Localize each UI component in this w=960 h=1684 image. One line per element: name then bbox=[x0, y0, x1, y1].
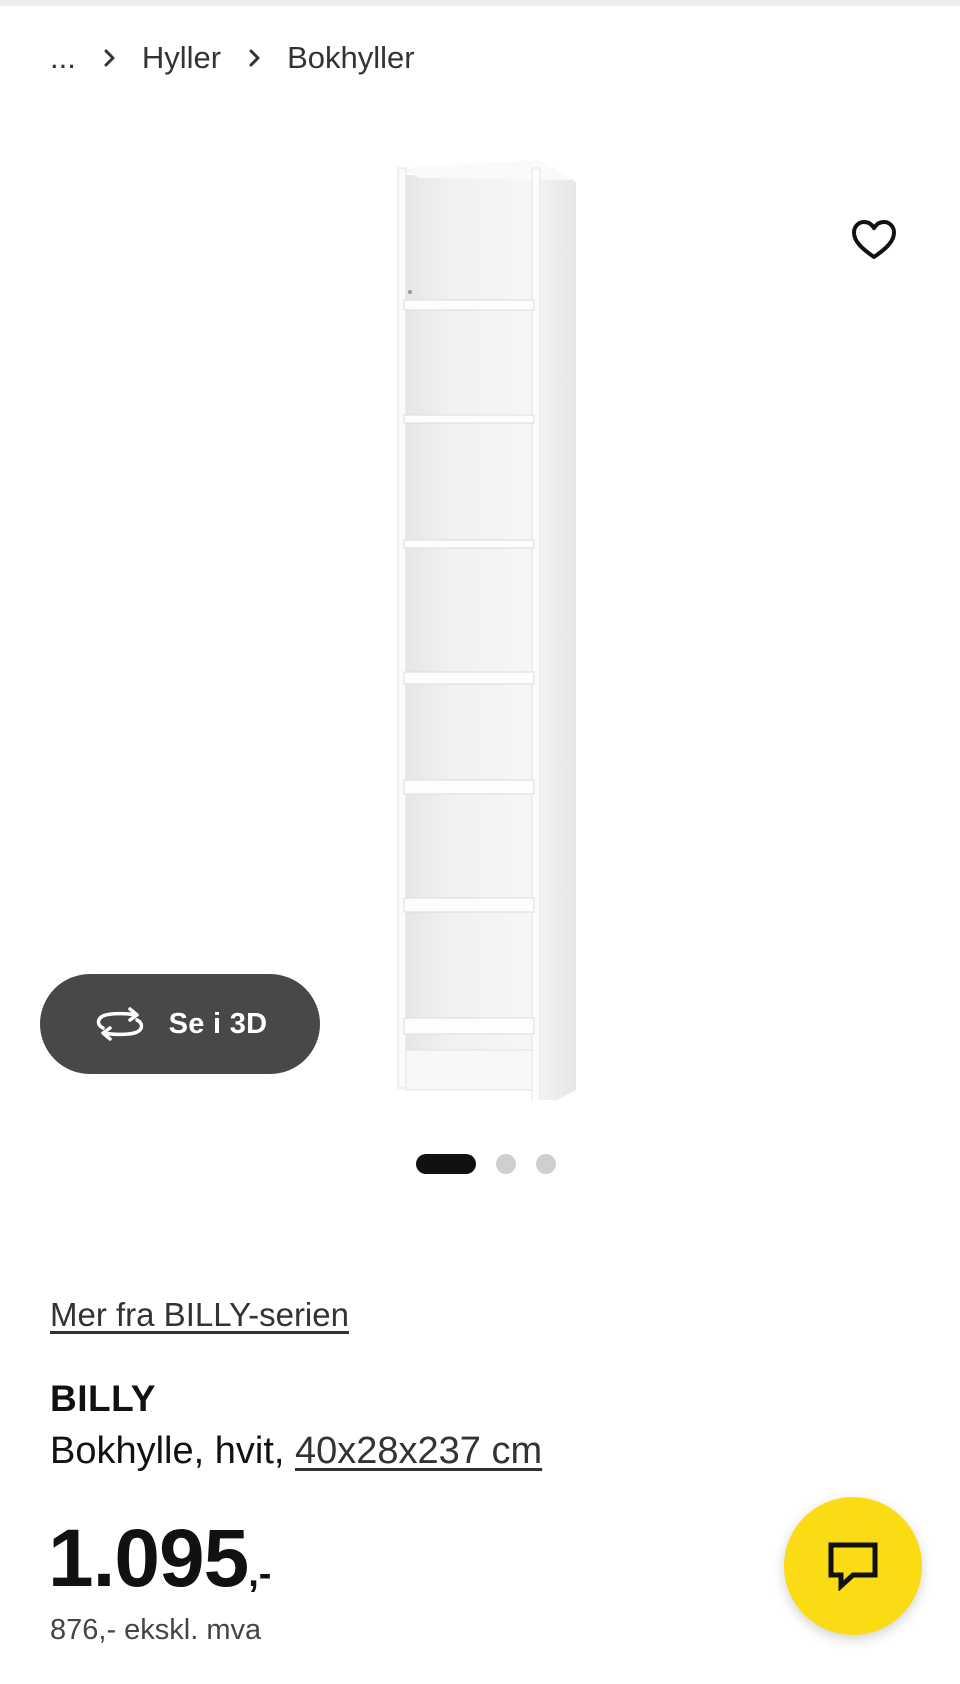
top-edge-strip bbox=[0, 0, 960, 6]
product-price: 1.095 ,- bbox=[48, 1512, 271, 1606]
series-link[interactable]: Mer fra BILLY-serien bbox=[50, 1296, 349, 1334]
heart-outline-icon bbox=[852, 220, 896, 259]
favorite-button[interactable] bbox=[846, 212, 902, 268]
view-in-3d-button[interactable]: Se i 3D bbox=[40, 974, 320, 1074]
product-image[interactable] bbox=[380, 150, 590, 1110]
carousel-dot-3[interactable] bbox=[536, 1154, 556, 1174]
product-description: Bokhylle, hvit, 40x28x237 cm bbox=[50, 1430, 542, 1473]
breadcrumb: ... Hyller Bokhyller bbox=[50, 36, 415, 80]
price-suffix: ,- bbox=[248, 1553, 272, 1595]
product-dimensions-link[interactable]: 40x28x237 cm bbox=[295, 1430, 542, 1472]
chat-bubble-icon bbox=[828, 1542, 878, 1591]
breadcrumb-item-hyller[interactable]: Hyller bbox=[142, 40, 221, 76]
product-description-text: Bokhylle, hvit, bbox=[50, 1430, 295, 1472]
breadcrumb-ellipsis[interactable]: ... bbox=[50, 40, 76, 76]
price-excl-vat: 876,- ekskl. mva bbox=[50, 1614, 262, 1646]
breadcrumb-item-bokhyller[interactable]: Bokhyller bbox=[287, 40, 415, 76]
bookcase-image bbox=[397, 160, 576, 1110]
carousel-pagination bbox=[416, 1153, 556, 1175]
price-amount: 1.095 bbox=[48, 1513, 249, 1604]
chat-button[interactable] bbox=[784, 1497, 922, 1635]
carousel-dot-2[interactable] bbox=[496, 1154, 516, 1174]
rotate-3d-icon bbox=[96, 1007, 143, 1041]
chevron-right-icon bbox=[92, 49, 128, 67]
view-in-3d-label: Se i 3D bbox=[168, 1007, 268, 1040]
chevron-right-icon bbox=[237, 49, 273, 67]
carousel-dot-1[interactable] bbox=[416, 1154, 476, 1174]
product-name: BILLY bbox=[50, 1378, 156, 1419]
